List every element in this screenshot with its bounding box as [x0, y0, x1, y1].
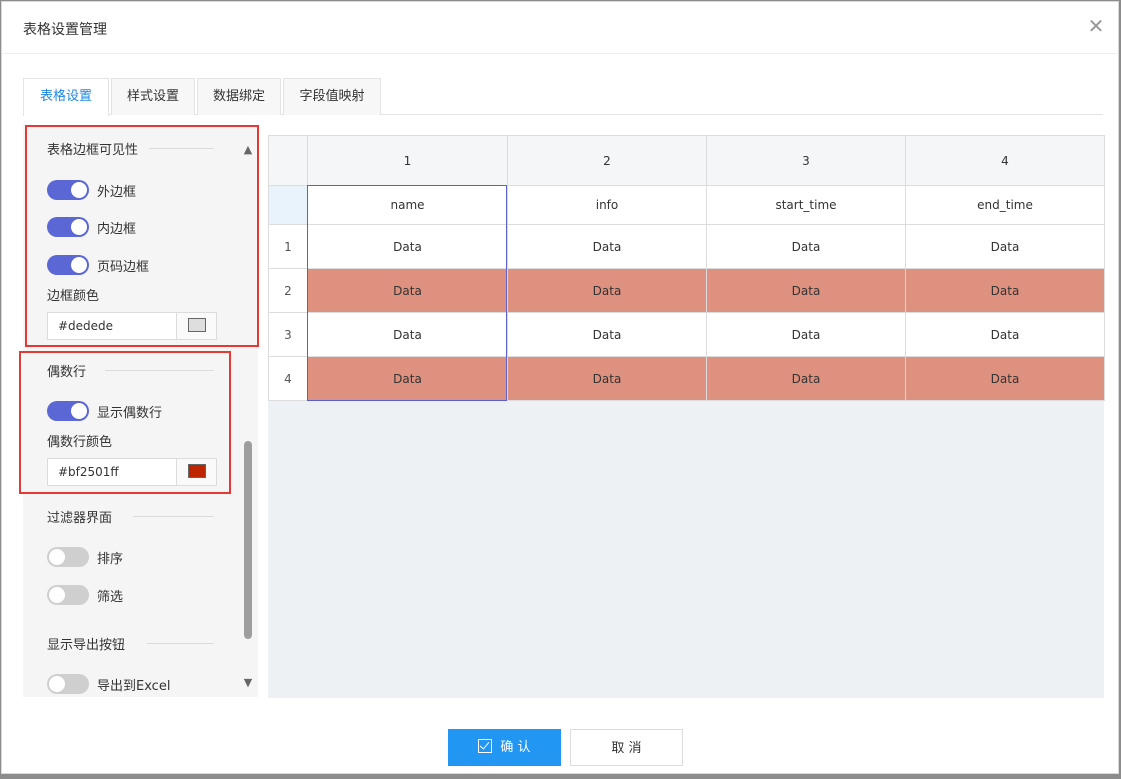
tab-table-settings[interactable]: 表格设置 — [23, 78, 109, 116]
tab-style-settings[interactable]: 样式设置 — [111, 78, 195, 115]
confirm-button[interactable]: 确 认 — [448, 729, 561, 766]
export-excel-toggle[interactable] — [47, 674, 89, 694]
data-cell[interactable]: Data — [905, 312, 1105, 357]
dialog-title: 表格设置管理 — [23, 22, 107, 38]
column-header[interactable]: 2 — [507, 135, 707, 186]
table-row: 3 Data Data Data Data — [268, 312, 1105, 357]
section-divider — [133, 516, 214, 517]
column-header[interactable]: 3 — [706, 135, 906, 186]
scroll-down-icon[interactable]: ▼ — [241, 677, 255, 688]
grid-corner — [268, 135, 308, 186]
section-divider — [147, 643, 214, 644]
filter-toggle[interactable] — [47, 585, 89, 605]
data-cell[interactable]: Data — [507, 356, 707, 401]
field-cell[interactable]: name — [307, 185, 508, 225]
row-number: 3 — [268, 312, 308, 357]
checkbox-icon — [478, 739, 493, 753]
field-name-row: name info start_time end_time — [268, 185, 1105, 225]
table-preview: 1 2 3 4 name info start_time end_time 1 … — [268, 135, 1105, 698]
data-cell[interactable]: Data — [307, 224, 508, 269]
data-cell[interactable]: Data — [507, 268, 707, 313]
switch-label: 筛选 — [97, 590, 124, 605]
data-cell[interactable]: Data — [706, 312, 906, 357]
data-cell[interactable]: Data — [706, 268, 906, 313]
preview-grid: 1 2 3 4 name info start_time end_time 1 … — [268, 135, 1105, 401]
table-row: 1 Data Data Data Data — [268, 224, 1105, 269]
confirm-label: 确 认 — [500, 740, 531, 755]
data-cell[interactable]: Data — [706, 224, 906, 269]
field-cell[interactable]: start_time — [706, 185, 906, 225]
data-cell[interactable]: Data — [507, 312, 707, 357]
switch-label: 导出到Excel — [97, 679, 171, 694]
data-cell[interactable]: Data — [307, 312, 508, 357]
field-cell[interactable]: info — [507, 185, 707, 225]
column-number-row: 1 2 3 4 — [268, 135, 1105, 186]
section-title-export: 显示导出按钮 — [47, 638, 126, 653]
tab-data-binding[interactable]: 数据绑定 — [197, 78, 281, 115]
data-cell[interactable]: Data — [307, 356, 508, 401]
scrollbar-thumb[interactable] — [244, 441, 252, 639]
data-cell[interactable]: Data — [307, 268, 508, 313]
column-header[interactable]: 1 — [307, 135, 508, 186]
tab-field-mapping[interactable]: 字段值映射 — [283, 78, 381, 115]
data-cell[interactable]: Data — [706, 356, 906, 401]
highlight-box-border-settings — [25, 125, 259, 347]
column-header[interactable]: 4 — [905, 135, 1105, 186]
table-settings-dialog: 表格设置管理 ✕ 表格设置 样式设置 数据绑定 字段值映射 表格边框可见性 ▲ … — [1, 1, 1119, 774]
row-corner — [268, 185, 308, 225]
row-number: 4 — [268, 356, 308, 401]
table-row: 2 Data Data Data Data — [268, 268, 1105, 313]
data-cell[interactable]: Data — [507, 224, 707, 269]
data-cell[interactable]: Data — [905, 356, 1105, 401]
row-number: 1 — [268, 224, 308, 269]
table-row: 4 Data Data Data Data — [268, 356, 1105, 401]
row-number: 2 — [268, 268, 308, 313]
section-title-filter: 过滤器界面 — [47, 511, 113, 526]
field-cell[interactable]: end_time — [905, 185, 1105, 225]
dialog-header: 表格设置管理 ✕ — [2, 2, 1118, 54]
settings-tabs: 表格设置 样式设置 数据绑定 字段值映射 — [23, 78, 1103, 116]
highlight-box-even-row-settings — [19, 351, 231, 494]
switch-label: 排序 — [97, 552, 124, 567]
sort-toggle[interactable] — [47, 547, 89, 567]
data-cell[interactable]: Data — [905, 224, 1105, 269]
close-icon[interactable]: ✕ — [1084, 14, 1108, 38]
data-cell[interactable]: Data — [905, 268, 1105, 313]
cancel-button[interactable]: 取 消 — [570, 729, 683, 766]
